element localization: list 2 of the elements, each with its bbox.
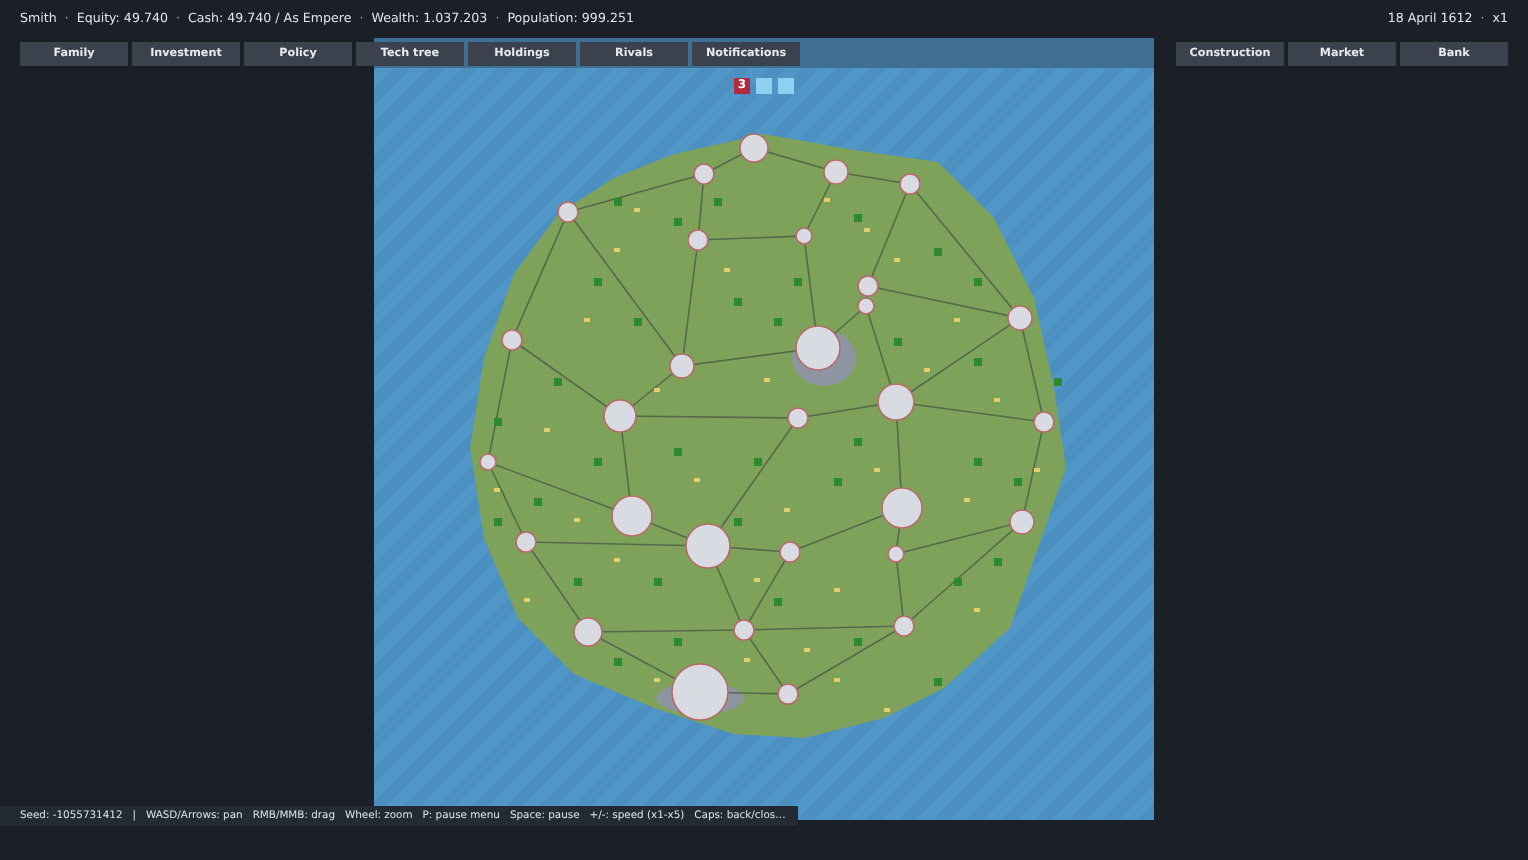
marker-square[interactable]: [756, 78, 772, 94]
marker-square[interactable]: [778, 78, 794, 94]
